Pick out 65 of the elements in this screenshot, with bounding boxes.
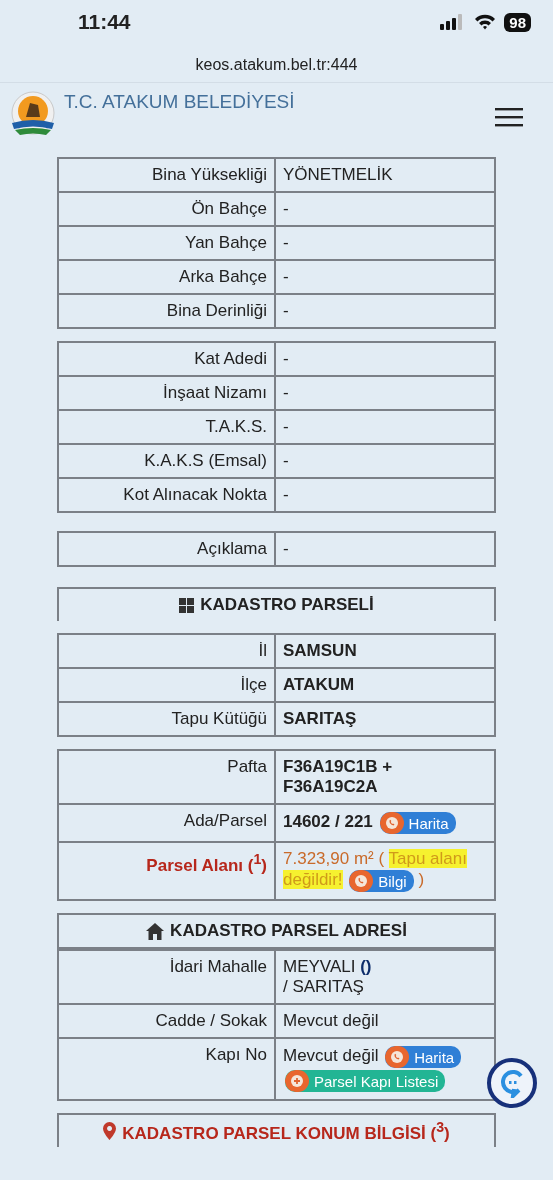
address-bar-url[interactable]: keos.atakum.bel.tr:444	[195, 56, 358, 73]
field-label: Yan Bahçe	[185, 233, 267, 252]
grid-icon	[179, 597, 195, 613]
pill-button[interactable]: Harita	[385, 1046, 462, 1068]
field-label: Ön Bahçe	[191, 199, 267, 218]
field-value: F36A19C1B + F36A19C2A	[283, 757, 393, 796]
field-label: Bina Derinliği	[166, 301, 267, 320]
field-value: 14602 / 221	[283, 812, 373, 832]
field-label: İlçe	[240, 675, 267, 694]
field-value: ATAKUM	[283, 675, 355, 694]
field-value: MEYVALI	[283, 957, 356, 976]
field-value: -	[283, 539, 289, 558]
phone-icon	[391, 1051, 404, 1063]
field-value: -	[283, 349, 289, 368]
field-label: Bina Yüksekliği	[152, 165, 267, 184]
chat-bot-icon	[499, 1068, 525, 1098]
field-value: SAMSUN	[283, 641, 357, 660]
field-label: Parsel Alanı ($^{1}$)	[146, 855, 267, 875]
field-value: YÖNETMELİK	[283, 165, 393, 184]
field-label: Cadde / Sokak	[155, 1011, 267, 1030]
support-chat-button[interactable]	[487, 1058, 537, 1108]
battery-level: 98	[504, 12, 531, 32]
status-time: 11:44	[78, 10, 131, 34]
link[interactable]: ()	[360, 957, 372, 976]
field-label: Açıklama	[197, 539, 267, 558]
plus-icon	[291, 1075, 303, 1087]
field-value: -	[283, 199, 289, 218]
field-value: -	[283, 267, 289, 286]
location-pin-icon	[103, 1122, 117, 1140]
field-value: SARITAŞ	[283, 709, 357, 728]
field-label: Kat Adedi	[194, 349, 267, 368]
field-value: -	[283, 233, 289, 252]
field-value: / SARITAŞ	[283, 977, 364, 996]
pill-button[interactable]: Bilgi	[349, 870, 414, 892]
field-label: T.A.K.S.	[205, 417, 267, 436]
field-label: Kot Alınacak Nokta	[123, 485, 267, 504]
field-label: Pafta	[227, 757, 267, 776]
field-value: )	[418, 870, 425, 890]
field-label: Ada/Parsel	[183, 811, 267, 830]
field-value: 7.323,90 m² (	[283, 849, 385, 868]
field-label: K.A.K.S (Emsal)	[144, 451, 267, 470]
section-heading: KADASTRO PARSEL KONUM BİLGİSİ ($^{3}$)	[122, 1118, 450, 1144]
field-value: -	[283, 451, 289, 470]
phone-icon	[385, 817, 398, 829]
field-value: Mevcut değil	[283, 1011, 379, 1030]
section-heading: KADASTRO PARSEL ADRESİ	[170, 921, 407, 941]
field-value: -	[283, 485, 289, 504]
pill-button[interactable]: Parsel Kapı Listesi	[285, 1070, 446, 1092]
field-label: Arka Bahçe	[179, 267, 267, 286]
field-value: -	[283, 301, 289, 320]
field-label: İnşaat Nizamı	[163, 383, 267, 402]
field-value: Mevcut değil	[283, 1046, 379, 1066]
field-label: Tapu Kütüğü	[171, 709, 267, 728]
site-title[interactable]: T.C. ATAKUM BELEDİYESİ	[64, 91, 495, 113]
pill-button[interactable]: Harita	[379, 812, 456, 834]
wifi-icon	[474, 14, 497, 30]
menu-icon[interactable]	[495, 107, 523, 127]
phone-icon	[355, 875, 368, 887]
field-label: İdari Mahalle	[169, 957, 267, 976]
field-value: -	[283, 383, 289, 402]
field-label: Kapı No	[205, 1045, 267, 1064]
section-heading: KADASTRO PARSELİ	[200, 595, 374, 615]
home-icon	[146, 922, 165, 940]
field-value: -	[283, 417, 289, 436]
field-label: İl	[258, 641, 267, 660]
